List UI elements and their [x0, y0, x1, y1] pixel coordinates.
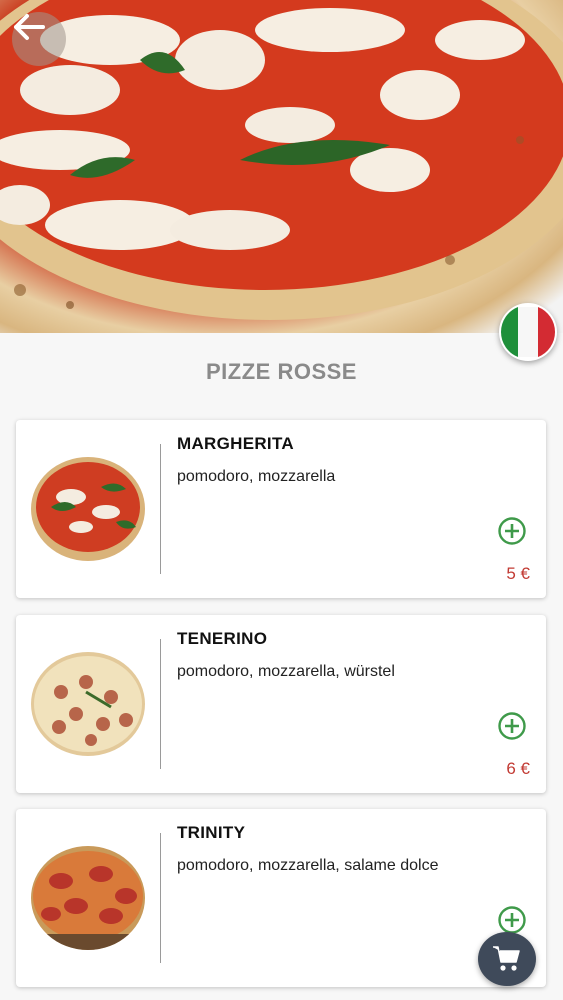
card-divider: [160, 833, 161, 963]
product-image: [31, 652, 145, 756]
product-name: MARGHERITA: [177, 434, 294, 453]
product-ingredients: pomodoro, mozzarella: [177, 468, 336, 485]
shopping-cart-icon: [493, 946, 520, 971]
card-divider: [160, 444, 161, 574]
product-name: TRINITY: [177, 823, 246, 842]
product-ingredients: pomodoro, mozzarella, würstel: [177, 663, 395, 680]
section-title: PIZZE ROSSE: [206, 359, 357, 384]
plus-circle-icon: [498, 517, 526, 545]
product-ingredients: pomodoro, mozzarella, salame dolce: [177, 857, 439, 874]
product-name: TENERINO: [177, 629, 268, 648]
italian-flag-icon[interactable]: [499, 303, 557, 361]
add-to-cart-button[interactable]: [497, 905, 527, 935]
card-divider: [160, 639, 161, 769]
product-price: 6 €: [506, 759, 530, 778]
add-to-cart-button[interactable]: [497, 711, 527, 741]
product-card[interactable]: TENERINO pomodoro, mozzarella, würstel 6…: [16, 615, 546, 793]
back-button[interactable]: [12, 12, 66, 66]
product-image: [31, 846, 145, 950]
cart-button[interactable]: [478, 932, 536, 986]
product-price: 5 €: [506, 564, 530, 583]
menu-content: PIZZE ROSSE MARGHERITA pomodoro, mozzare…: [0, 333, 563, 1000]
add-to-cart-button[interactable]: [497, 516, 527, 546]
plus-circle-icon: [498, 712, 526, 740]
arrow-left-icon: [14, 14, 45, 40]
product-image: [31, 457, 145, 561]
product-card[interactable]: MARGHERITA pomodoro, mozzarella 5 €: [16, 420, 546, 598]
hero-pizza-image: [0, 0, 563, 333]
product-card[interactable]: TRINITY pomodoro, mozzarella, salame dol…: [16, 809, 546, 987]
plus-circle-icon: [498, 906, 526, 934]
